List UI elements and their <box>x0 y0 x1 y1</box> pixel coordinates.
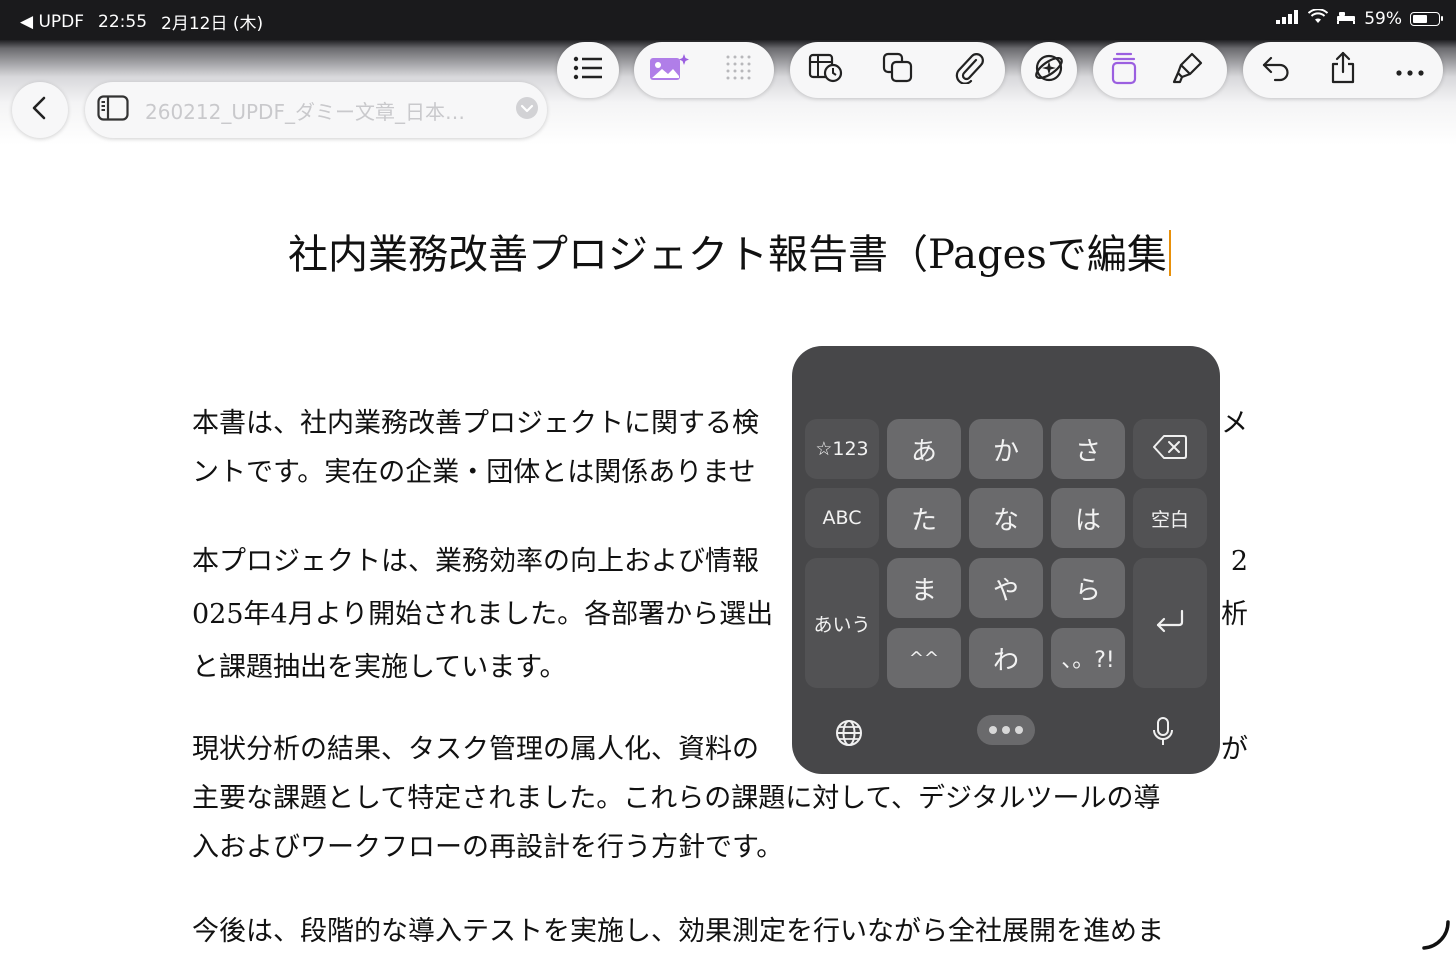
undo-icon <box>1261 54 1291 86</box>
sidebar-icon <box>97 95 129 125</box>
ai-image-button[interactable] <box>634 42 704 98</box>
key-na[interactable]: な <box>969 488 1043 548</box>
document-title: 260212_UPDF_ダミー文章_日本… <box>145 99 465 124</box>
back-button[interactable] <box>12 82 68 138</box>
return-icon <box>1154 608 1186 639</box>
key-punctuation[interactable]: 、。?! <box>1051 628 1125 688</box>
pages-button[interactable] <box>1093 42 1155 98</box>
line-segment: メ <box>1221 408 1248 439</box>
key-a[interactable]: あ <box>887 419 961 479</box>
edit-tools-pill <box>790 42 1005 98</box>
line-segment: 2 <box>1230 546 1248 577</box>
key-space[interactable]: 空白 <box>1133 488 1207 548</box>
shapes-button[interactable] <box>862 42 934 98</box>
key-ya[interactable]: や <box>969 558 1043 618</box>
line-segment: 本書は、社内業務改善プロジェクトに関する検 <box>192 408 759 439</box>
attachment-button[interactable] <box>933 42 1005 98</box>
paperclip-icon <box>954 52 985 88</box>
paragraph-4[interactable]: 今後は、段階的な導入テストを実施し、効果測定を行いながら全社展開を進めま <box>192 907 1252 956</box>
status-time: 22:55 <box>98 11 148 32</box>
highlighter-icon <box>1172 51 1204 89</box>
status-bar: ◀ UPDF 22:55 2月12日 (木) 59% <box>0 0 1456 40</box>
list-icon <box>573 56 603 84</box>
wifi-icon <box>1308 8 1329 29</box>
key-symbols[interactable]: ☆123 <box>805 419 879 479</box>
microphone-icon[interactable] <box>1148 714 1178 750</box>
line-segment: 現状分析の結果、タスク管理の属人化、資料の <box>192 734 759 765</box>
share-icon <box>1329 51 1357 89</box>
grid-dots-icon <box>725 54 753 86</box>
ai-assistant-button[interactable] <box>1021 42 1077 98</box>
key-ma[interactable]: ま <box>887 558 961 618</box>
battery-icon <box>1410 12 1443 26</box>
key-return[interactable] <box>1133 558 1207 688</box>
line-segment: が <box>1221 734 1248 765</box>
key-hiragana[interactable]: あいう <box>805 558 879 688</box>
page-tools-pill <box>1093 42 1227 98</box>
more-icon <box>1396 61 1424 80</box>
key-ra[interactable]: ら <box>1051 558 1125 618</box>
table-button[interactable] <box>790 42 862 98</box>
pages-stack-icon <box>1110 51 1138 89</box>
more-options-button[interactable] <box>1377 42 1443 98</box>
battery-percent: 59% <box>1364 9 1402 29</box>
copy-shapes-icon <box>882 52 914 88</box>
sleep-icon <box>1336 9 1356 29</box>
scroll-indicator-icon <box>1418 918 1452 956</box>
key-ka[interactable]: か <box>969 419 1043 479</box>
key-ha[interactable]: は <box>1051 488 1125 548</box>
line-segment: 析 <box>1221 599 1248 630</box>
back-chevron-icon <box>30 96 50 124</box>
back-to-app-link[interactable]: ◀ UPDF <box>20 12 84 32</box>
backspace-icon <box>1153 434 1187 465</box>
paragraph-line: 主要な課題として特定されました。これらの課題に対して、デジタルツールの導 <box>192 783 1161 814</box>
key-abc[interactable]: ABC <box>805 488 879 548</box>
ai-sparkle-icon <box>1032 51 1066 89</box>
paragraph-line: 入およびワークフローの再設計を行う方針です。 <box>192 832 784 863</box>
ai-image-icon <box>648 52 690 88</box>
key-sa[interactable]: さ <box>1051 419 1125 479</box>
document-heading[interactable]: 社内業務改善プロジェクト報告書（Pagesで編集 <box>288 222 1171 280</box>
actions-pill <box>1243 42 1443 98</box>
toolbar: 260212_UPDF_ダミー文章_日本… <box>0 40 1456 145</box>
key-dakuten[interactable]: ^^ <box>887 628 961 688</box>
grid-button[interactable] <box>704 42 774 98</box>
floating-keyboard: ☆123 あ か さ ABC た な は 空白 あいう ま や ら ^^ わ 、… <box>792 346 1220 774</box>
table-clock-icon <box>808 53 844 87</box>
undo-button[interactable] <box>1243 42 1309 98</box>
key-ta[interactable]: た <box>887 488 961 548</box>
line-segment: 本プロジェクトは、業務効率の向上および情報 <box>192 546 759 577</box>
key-wa[interactable]: わ <box>969 628 1043 688</box>
heading-text[interactable]: 社内業務改善プロジェクト報告書（Pagesで編集 <box>288 232 1167 278</box>
highlighter-button[interactable] <box>1155 42 1221 98</box>
sidebar-toggle-button[interactable] <box>85 82 141 138</box>
text-caret <box>1168 230 1171 276</box>
line-segment: 025年4月より開始されました。各部署から選出 <box>192 599 774 630</box>
insert-tools-pill <box>634 42 774 98</box>
key-backspace[interactable] <box>1133 419 1207 479</box>
globe-icon[interactable] <box>832 716 866 750</box>
paragraph-line: 今後は、段階的な導入テストを実施し、効果測定を行いながら全社展開を進めま <box>192 916 1164 947</box>
signal-icon <box>1276 9 1300 29</box>
outline-button[interactable] <box>557 42 619 98</box>
share-button[interactable] <box>1309 42 1377 98</box>
more-dots-icon[interactable] <box>977 715 1035 745</box>
dropdown-chevron-icon[interactable] <box>515 96 539 124</box>
status-date: 2月12日 (木) <box>161 14 264 34</box>
document-title-pill[interactable]: 260212_UPDF_ダミー文章_日本… <box>85 82 547 138</box>
